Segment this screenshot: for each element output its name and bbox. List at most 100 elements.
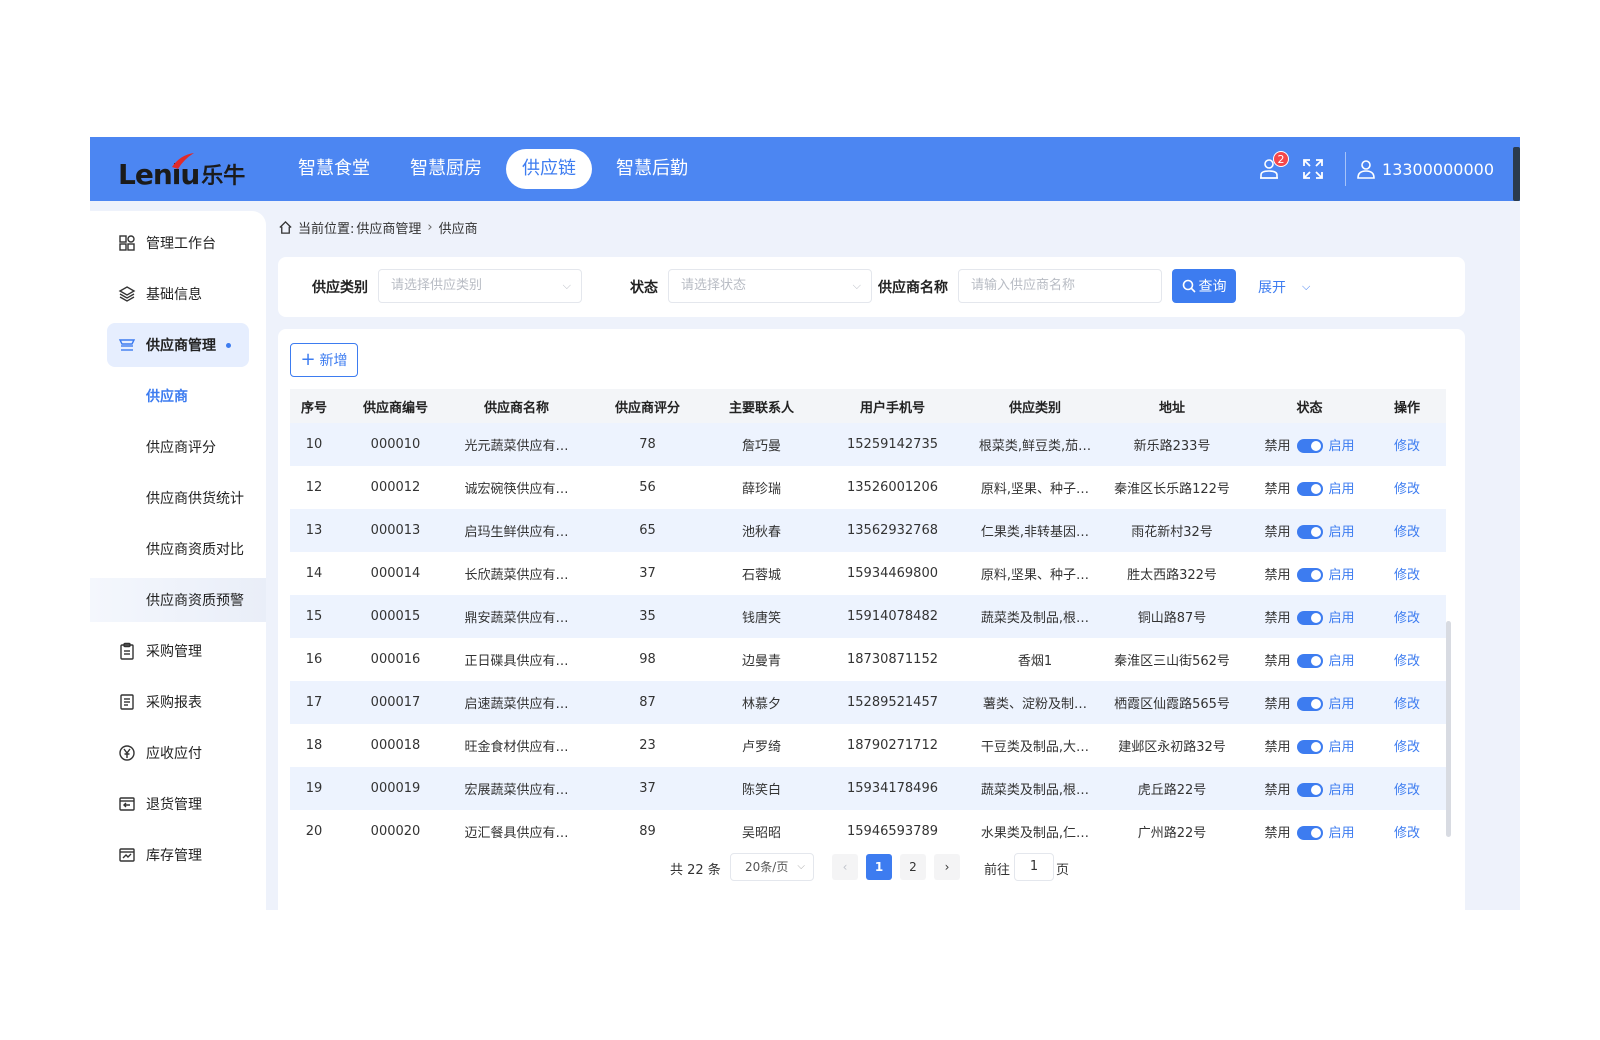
status-toggle[interactable] <box>1296 438 1323 453</box>
nav-smart-canteen[interactable]: 智慧食堂 <box>282 149 386 189</box>
edit-link[interactable]: 修改 <box>1368 681 1446 724</box>
edit-link[interactable]: 修改 <box>1368 595 1446 638</box>
query-button[interactable]: 查询 <box>1172 269 1236 303</box>
chevron-right-icon: › <box>427 219 433 235</box>
cell-name: 诚宏碗筷供应有… <box>453 466 580 509</box>
sidebar-item-receivables[interactable]: 应收应付 <box>90 731 266 775</box>
status-label: 状态 <box>630 280 658 296</box>
cell-address: 新乐路233号 <box>1093 423 1251 466</box>
status-off-label: 禁用 <box>1264 783 1291 798</box>
edit-link[interactable]: 修改 <box>1368 810 1446 853</box>
cell-phone: 15914078482 <box>808 595 977 638</box>
sidebar-item-label: 采购管理 <box>146 644 202 660</box>
breadcrumb-item: 供应商 <box>438 221 478 237</box>
sidebar-item-dashboard[interactable]: 管理工作台 <box>90 221 266 265</box>
cell-name: 光元蔬菜供应有… <box>453 423 580 466</box>
page-size-select[interactable]: 20条/页 ⌵ <box>730 853 814 881</box>
add-button[interactable]: + 新增 <box>290 343 358 377</box>
edit-link[interactable]: 修改 <box>1368 724 1446 767</box>
breadcrumb-item[interactable]: 供应商管理 <box>356 218 421 237</box>
status-toggle[interactable] <box>1296 567 1323 582</box>
dashboard-icon <box>119 235 135 251</box>
cell-contact: 薛珍瑞 <box>715 466 808 509</box>
sidebar-sub-supplier-score[interactable]: 供应商评分 <box>90 425 266 469</box>
cell-code: 000017 <box>338 681 453 724</box>
edit-link[interactable]: 修改 <box>1368 638 1446 681</box>
status-off-label: 禁用 <box>1264 568 1291 583</box>
cell-address: 铜山路87号 <box>1093 595 1251 638</box>
sidebar-sub-supplier[interactable]: 供应商 <box>90 374 266 418</box>
column-header: 供应商名称 <box>453 389 580 423</box>
sidebar-item-supplier-management[interactable]: 供应商管理 <box>107 323 249 367</box>
cell-name: 宏展蔬菜供应有… <box>453 767 580 810</box>
cell-code: 000019 <box>338 767 453 810</box>
sidebar-sub-supply-stats[interactable]: 供应商供货统计 <box>90 476 266 520</box>
cell-score: 23 <box>580 724 715 767</box>
sidebar-item-basic-info[interactable]: 基础信息 <box>90 272 266 316</box>
status-off-label: 禁用 <box>1264 697 1291 712</box>
user-menu[interactable]: 13300000000 <box>1356 159 1494 179</box>
cell-score: 65 <box>580 509 715 552</box>
cell-contact: 边曼青 <box>715 638 808 681</box>
page-button[interactable]: 1 <box>866 854 892 880</box>
column-header: 用户手机号 <box>808 389 977 423</box>
nav-smart-logistics[interactable]: 智慧后勤 <box>600 149 704 189</box>
sidebar-item-label: 应收应付 <box>146 746 202 762</box>
status-on-label: 启用 <box>1328 482 1355 497</box>
cell-phone: 15289521457 <box>808 681 977 724</box>
status-select[interactable]: 请选择状态 ⌵ <box>668 269 872 303</box>
status-toggle[interactable] <box>1296 524 1323 539</box>
sidebar-sub-qualification-compare[interactable]: 供应商资质对比 <box>90 527 266 571</box>
sidebar-item-purchase[interactable]: 采购管理 <box>90 629 266 673</box>
report-icon <box>120 694 134 710</box>
cell-code: 000015 <box>338 595 453 638</box>
sidebar-item-purchase-report[interactable]: 采购报表 <box>90 680 266 724</box>
prev-page-button[interactable]: ‹ <box>832 854 858 880</box>
cell-no: 12 <box>290 466 338 509</box>
notification-icon[interactable]: 2 <box>1257 151 1290 181</box>
status-toggle[interactable] <box>1296 739 1323 754</box>
supplier-name-input[interactable]: 请输入供应商名称 <box>958 269 1162 303</box>
cell-contact: 钱唐笑 <box>715 595 808 638</box>
cell-category: 薯类、淀粉及制… <box>977 681 1093 724</box>
header-divider <box>1345 152 1347 186</box>
category-select[interactable]: 请选择供应类别 ⌵ <box>378 269 582 303</box>
edit-link[interactable]: 修改 <box>1368 509 1446 552</box>
expand-label: 展开 <box>1258 280 1286 296</box>
status-toggle[interactable] <box>1296 825 1323 840</box>
cell-score: 89 <box>580 810 715 853</box>
cell-no: 15 <box>290 595 338 638</box>
edit-link[interactable]: 修改 <box>1368 466 1446 509</box>
chevron-down-icon: ⌵ <box>562 279 571 292</box>
user-icon <box>1357 160 1375 179</box>
table-header: 序号 供应商编号 供应商名称 供应商评分 主要联系人 用户手机号 供应类别 地址… <box>290 389 1446 423</box>
cell-no: 16 <box>290 638 338 681</box>
edit-link[interactable]: 修改 <box>1368 423 1446 466</box>
status-toggle[interactable] <box>1296 782 1323 797</box>
goto-page-input[interactable]: 1 <box>1014 853 1054 881</box>
next-page-button[interactable]: › <box>934 854 960 880</box>
status-toggle[interactable] <box>1296 696 1323 711</box>
nav-smart-kitchen[interactable]: 智慧厨房 <box>394 149 498 189</box>
status-toggle[interactable] <box>1296 653 1323 668</box>
table-row: 17 000017 启速蔬菜供应有… 87 林慕夕 15289521457 薯类… <box>290 681 1446 724</box>
edit-link[interactable]: 修改 <box>1368 552 1446 595</box>
table-scrollbar[interactable] <box>1446 621 1451 837</box>
status-toggle[interactable] <box>1296 481 1323 496</box>
page-button[interactable]: 2 <box>900 854 926 880</box>
supplier-icon <box>118 339 136 351</box>
sidebar-sub-qualification-warning[interactable]: 供应商资质预警 <box>90 578 266 622</box>
edit-link[interactable]: 修改 <box>1368 767 1446 810</box>
column-header: 操作 <box>1368 389 1446 423</box>
nav-supply-chain[interactable]: 供应链 <box>506 149 592 189</box>
fullscreen-icon[interactable] <box>1301 157 1325 181</box>
expand-toggle[interactable]: 展开 ⌵ <box>1258 277 1310 297</box>
cell-score: 56 <box>580 466 715 509</box>
status-toggle[interactable] <box>1296 610 1323 625</box>
status-on-label: 启用 <box>1328 740 1355 755</box>
sidebar-item-returns[interactable]: 退货管理 <box>90 782 266 826</box>
table-row: 15 000015 鼎安蔬菜供应有… 35 钱唐笑 15914078482 蔬菜… <box>290 595 1446 638</box>
cell-no: 20 <box>290 810 338 853</box>
cell-phone: 15946593789 <box>808 810 977 853</box>
sidebar-item-inventory[interactable]: 库存管理 <box>90 833 266 877</box>
